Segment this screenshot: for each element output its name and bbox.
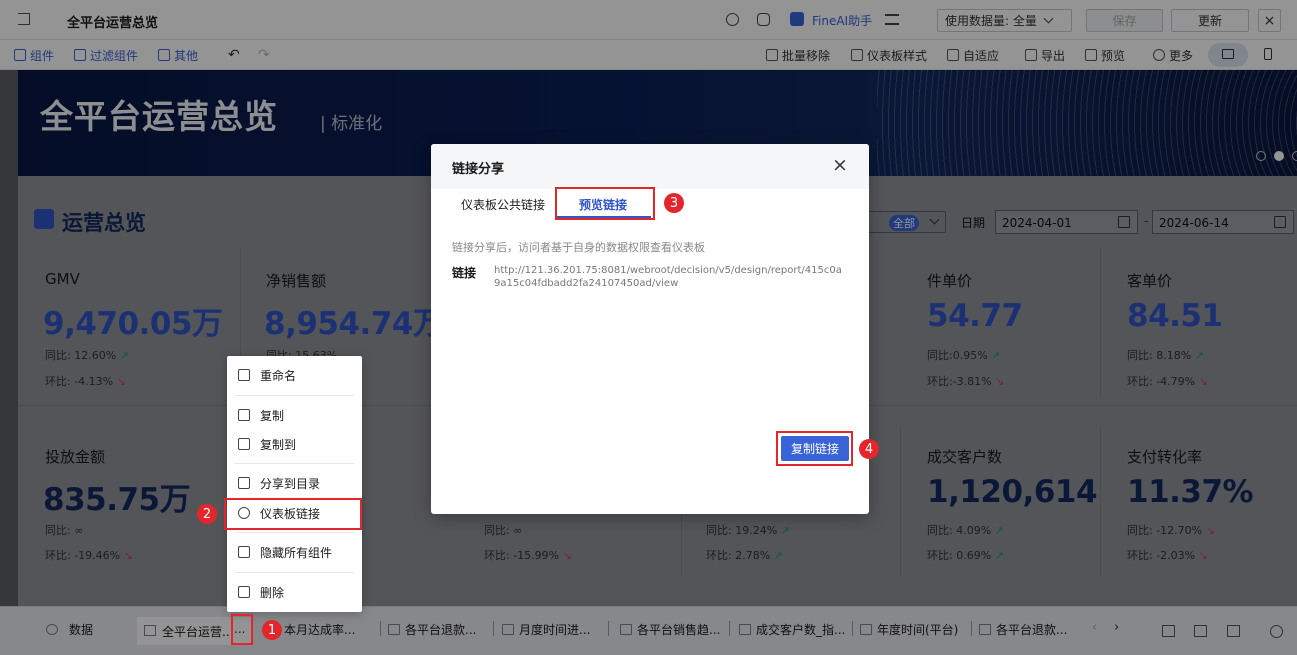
- tab-public-link[interactable]: 仪表板公共链接: [461, 196, 545, 213]
- menu-divider: [235, 463, 354, 464]
- menu-divider: [235, 532, 354, 533]
- step-badge-3: 3: [664, 193, 684, 213]
- highlight-box-more: [231, 614, 253, 645]
- tab-context-menu: 重命名 复制 复制到 分享到目录 仪表板链接 隐藏所有组件 删除: [227, 356, 362, 612]
- dialog-header: 链接分享 ×: [431, 144, 869, 189]
- close-icon[interactable]: ×: [832, 154, 848, 176]
- menu-item-share-to-directory[interactable]: 分享到目录: [235, 471, 354, 495]
- highlight-box-dashboard-link: [224, 498, 362, 530]
- hide-icon: [238, 546, 250, 558]
- rename-icon: [238, 369, 250, 381]
- menu-item-rename[interactable]: 重命名: [235, 363, 354, 387]
- menu-item-hide-all[interactable]: 隐藏所有组件: [235, 540, 354, 564]
- highlight-box-copy-button: [776, 431, 853, 466]
- step-badge-1: 1: [262, 620, 282, 640]
- highlight-box-preview-tab: [555, 187, 655, 220]
- dialog-title: 链接分享: [452, 162, 505, 177]
- share-icon: [238, 477, 250, 489]
- step-badge-4: 4: [859, 439, 879, 459]
- step-badge-2: 2: [197, 504, 217, 524]
- menu-divider: [235, 572, 354, 573]
- menu-item-copy-to[interactable]: 复制到: [235, 432, 354, 456]
- copy-to-icon: [238, 438, 250, 450]
- share-note: 链接分享后，访问者基于自身的数据权限查看仪表板: [452, 241, 705, 254]
- link-url-line1: http://121.36.201.75:8081/webroot/decisi…: [494, 265, 842, 276]
- menu-item-copy[interactable]: 复制: [235, 403, 354, 427]
- trash-icon: [238, 586, 250, 598]
- link-label: 链接: [452, 266, 477, 280]
- menu-divider: [235, 395, 354, 396]
- link-url-line2: 9a15c04fdbadd2fa24107450ad/view: [494, 278, 679, 289]
- copy-icon: [238, 409, 250, 421]
- menu-item-delete[interactable]: 删除: [235, 580, 354, 604]
